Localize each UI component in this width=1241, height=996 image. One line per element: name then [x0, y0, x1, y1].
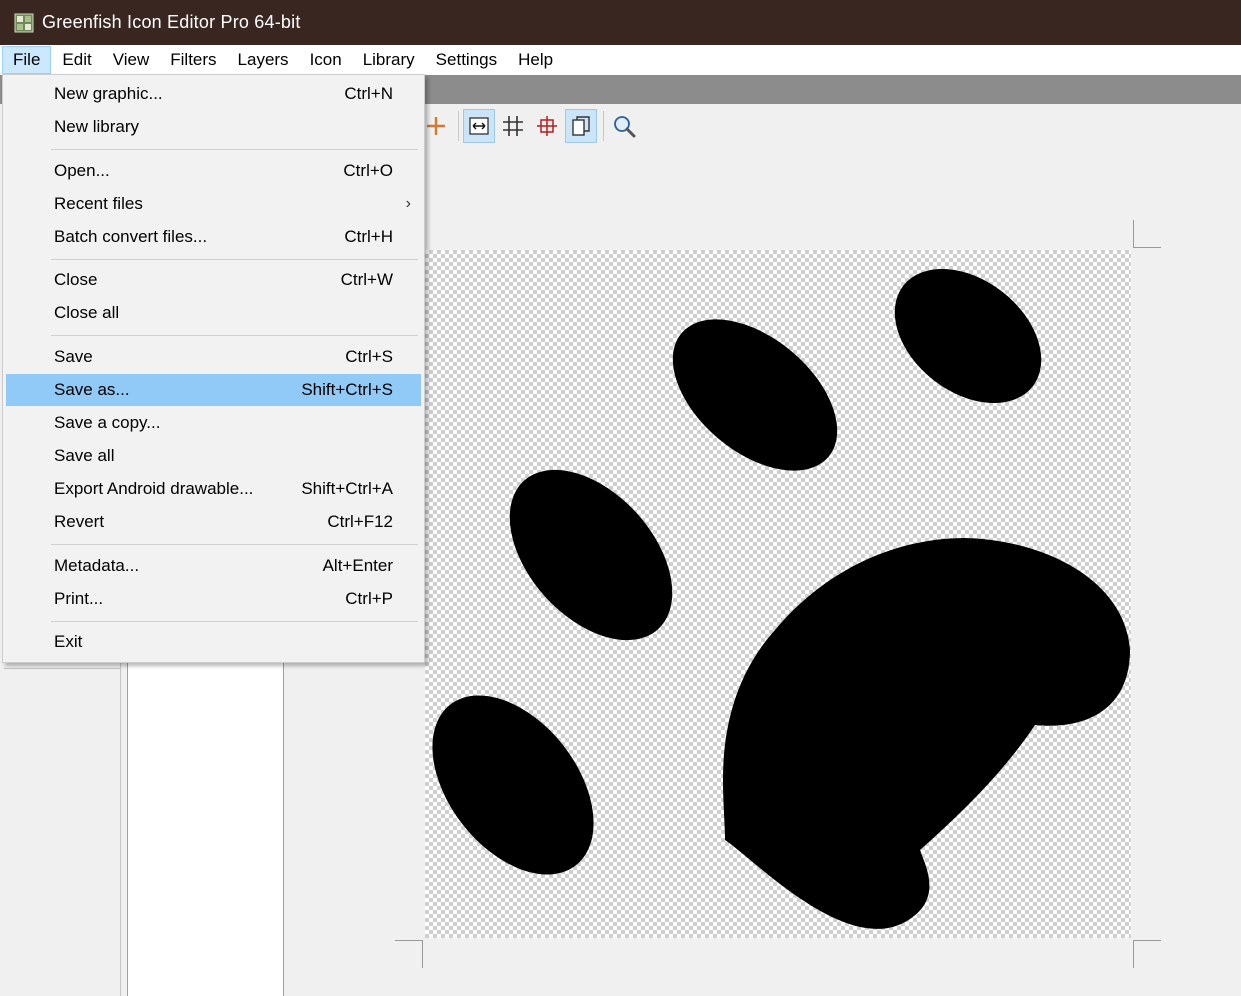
paw-toe-2 [672, 319, 838, 471]
menu-item-save-a-copy[interactable]: Save a copy... [6, 407, 421, 439]
menu-item-label: Save a copy... [54, 413, 161, 432]
menu-item-label: Recent files [54, 194, 143, 213]
menu-item-shortcut: Ctrl+P [345, 589, 393, 608]
zoom-icon[interactable] [608, 109, 640, 143]
menu-item-label: Export Android drawable... [54, 479, 254, 498]
crop-mark [422, 940, 423, 968]
menu-item-recent-files[interactable]: Recent files › [6, 188, 421, 220]
paw-toe-3 [509, 469, 673, 641]
menu-settings[interactable]: Settings [426, 46, 507, 74]
paw-pad [723, 538, 1130, 929]
menu-help[interactable]: Help [508, 46, 563, 74]
menu-item-label: Close all [54, 303, 120, 322]
menu-separator [51, 544, 418, 545]
toolbar-separator [603, 111, 604, 141]
file-menu-dropdown: New graphic... Ctrl+N New library Open..… [2, 74, 425, 663]
pages-icon[interactable] [565, 109, 597, 143]
title-bar: Greenfish Icon Editor Pro 64-bit [0, 0, 1241, 45]
toolbar-separator [458, 111, 459, 141]
crop-mark [1133, 220, 1134, 248]
menu-item-shortcut: Shift+Ctrl+S [301, 380, 393, 399]
menu-item-label: Metadata... [54, 556, 140, 575]
menu-item-batch-convert[interactable]: Batch convert files... Ctrl+H [6, 221, 421, 253]
menu-item-save-all[interactable]: Save all [6, 440, 421, 472]
menu-view[interactable]: View [103, 46, 160, 74]
submenu-arrow-icon: › [405, 195, 411, 212]
menu-item-export-android[interactable]: Export Android drawable... Shift+Ctrl+A [6, 473, 421, 505]
window-title: Greenfish Icon Editor Pro 64-bit [42, 12, 301, 32]
tool-options-panel [0, 660, 121, 996]
menu-item-shortcut: Ctrl+S [345, 347, 393, 366]
app-icon [13, 12, 35, 34]
menu-item-shortcut: Ctrl+F12 [327, 512, 393, 531]
menu-item-label: Save as... [54, 380, 130, 399]
menu-separator [51, 259, 418, 260]
editing-area [395, 220, 1165, 970]
paw-toe-1 [894, 268, 1042, 404]
menu-item-close[interactable]: Close Ctrl+W [6, 264, 421, 296]
menu-item-shortcut: Shift+Ctrl+A [301, 479, 393, 498]
menu-icon[interactable]: Icon [300, 46, 352, 74]
panel-divider [4, 668, 120, 669]
menu-item-close-all[interactable]: Close all [6, 297, 421, 329]
fit-width-icon[interactable] [463, 109, 495, 143]
paw-toe-4 [432, 695, 594, 875]
menu-item-exit[interactable]: Exit [6, 626, 421, 658]
layers-panel [127, 660, 284, 996]
menu-separator [51, 149, 418, 150]
menu-item-label: Close [54, 270, 98, 289]
crop-mark [1133, 940, 1134, 968]
menu-item-shortcut: Alt+Enter [322, 556, 393, 575]
menu-edit[interactable]: Edit [52, 46, 101, 74]
menu-item-label: Revert [54, 512, 105, 531]
grid-icon[interactable] [497, 109, 529, 143]
image-canvas[interactable] [425, 250, 1131, 938]
menu-item-metadata[interactable]: Metadata... Alt+Enter [6, 550, 421, 582]
menu-item-shortcut: Ctrl+W [340, 270, 393, 289]
crosshair-icon[interactable] [531, 109, 563, 143]
paw-print-image [432, 268, 1130, 929]
menu-item-label: Save all [54, 446, 115, 465]
view-toolbar [420, 108, 642, 144]
crop-mark [395, 940, 423, 941]
menu-item-revert[interactable]: Revert Ctrl+F12 [6, 506, 421, 538]
menu-item-new-graphic[interactable]: New graphic... Ctrl+N [6, 78, 421, 110]
menu-item-label: Print... [54, 589, 104, 608]
menu-item-save-as[interactable]: Save as... Shift+Ctrl+S [6, 374, 421, 406]
menu-bar: File Edit View Filters Layers Icon Libra… [0, 45, 1241, 75]
menu-file[interactable]: File [2, 46, 52, 74]
crop-mark [1133, 940, 1161, 941]
menu-separator [51, 621, 418, 622]
menu-item-label: Exit [54, 632, 83, 651]
menu-item-new-library[interactable]: New library [6, 111, 421, 143]
menu-item-label: New graphic... [54, 84, 163, 103]
menu-item-label: Batch convert files... [54, 227, 208, 246]
menu-item-label: Save [54, 347, 93, 366]
menu-item-open[interactable]: Open... Ctrl+O [6, 155, 421, 187]
menu-item-shortcut: Ctrl+H [344, 227, 393, 246]
menu-layers[interactable]: Layers [228, 46, 299, 74]
menu-item-label: New library [54, 117, 140, 136]
menu-item-print[interactable]: Print... Ctrl+P [6, 583, 421, 615]
menu-item-label: Open... [54, 161, 110, 180]
menu-library[interactable]: Library [353, 46, 425, 74]
menu-item-shortcut: Ctrl+N [344, 84, 393, 103]
menu-filters[interactable]: Filters [160, 46, 226, 74]
menu-item-save[interactable]: Save Ctrl+S [6, 341, 421, 373]
menu-item-shortcut: Ctrl+O [343, 161, 393, 180]
crop-mark [1133, 247, 1161, 248]
menu-separator [51, 335, 418, 336]
